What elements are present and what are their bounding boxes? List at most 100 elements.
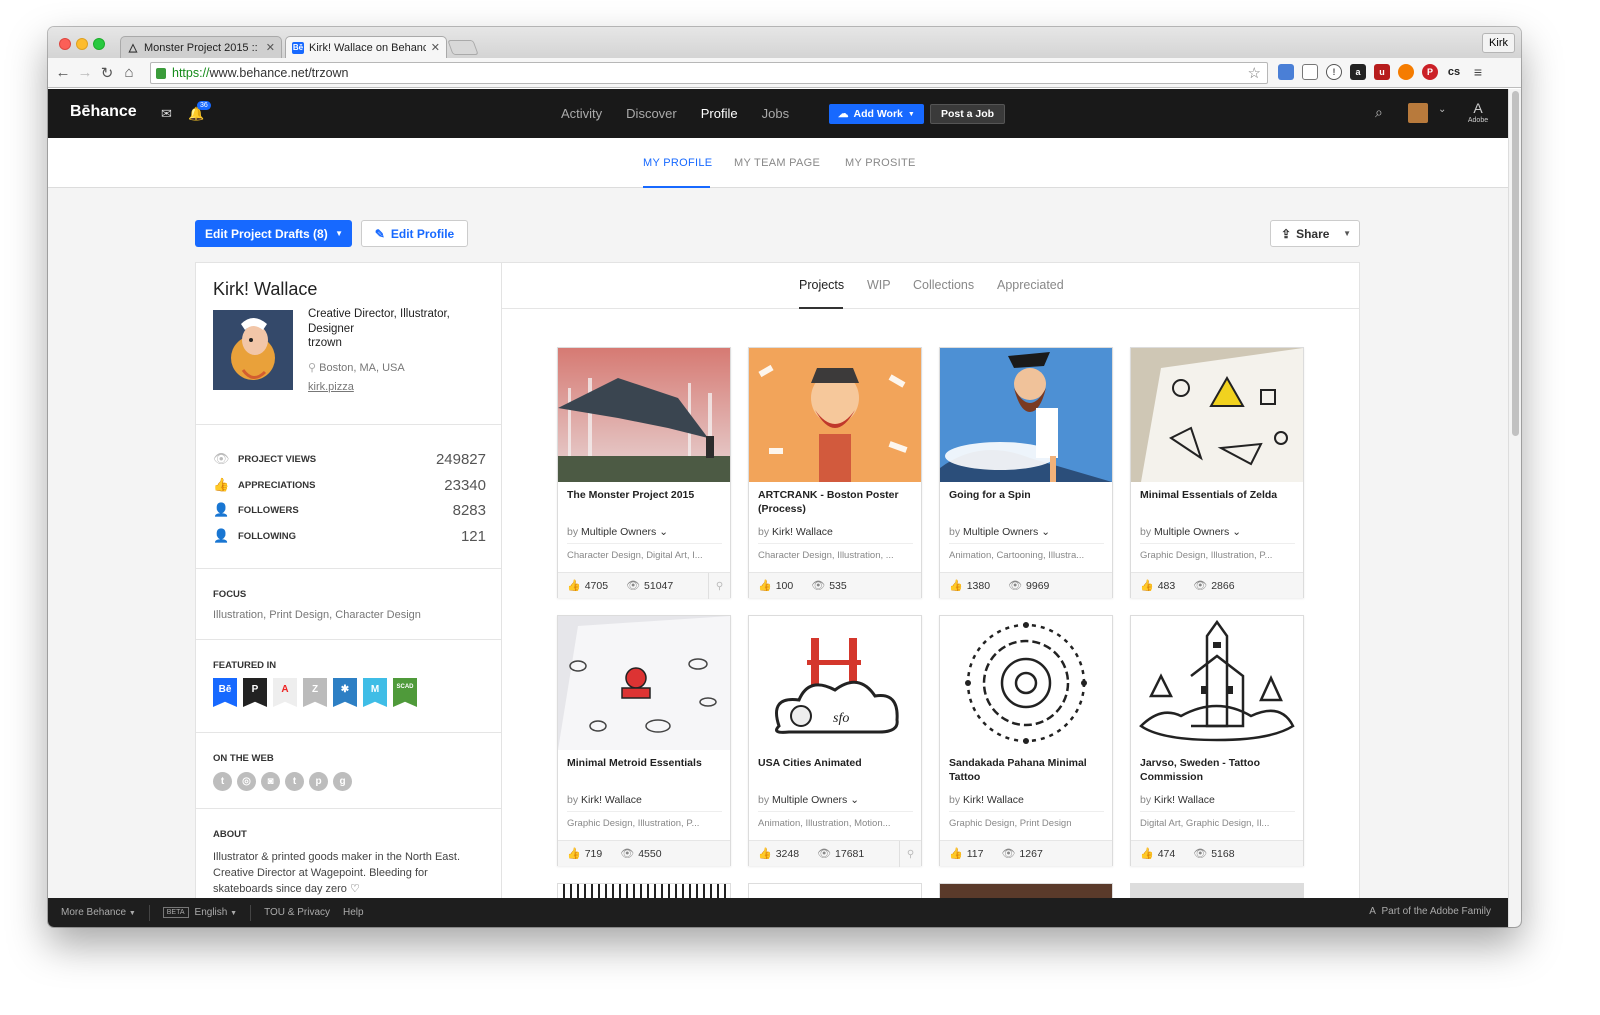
behance-logo[interactable]: Bēhance	[70, 103, 137, 121]
nav-discover[interactable]: Discover	[626, 89, 677, 138]
project-owner[interactable]: by Kirk! Wallace	[949, 794, 1024, 806]
pin-icon[interactable]: ⚲	[899, 841, 921, 867]
project-card[interactable]: The Monster Project 2015 by Multiple Own…	[557, 347, 731, 599]
tab-projects[interactable]: Projects	[799, 278, 844, 292]
scad-ribbon-icon[interactable]: SCAD	[393, 678, 417, 707]
tab-my-team-page[interactable]: MY TEAM PAGE	[734, 157, 820, 169]
project-card[interactable]: sfo USA Cities Animated by Multiple Owne…	[748, 615, 922, 867]
project-cover[interactable]	[749, 348, 921, 482]
tab-my-profile[interactable]: MY PROFILE	[643, 157, 712, 169]
cs-icon[interactable]: cs	[1446, 64, 1462, 80]
project-cover[interactable]	[1131, 616, 1303, 750]
nav-profile[interactable]: Profile	[701, 89, 738, 138]
pin-icon[interactable]: ⚲	[708, 573, 730, 599]
p-ribbon-icon[interactable]: P	[243, 678, 267, 707]
nav-activity[interactable]: Activity	[561, 89, 602, 138]
project-card-peek[interactable]	[1130, 883, 1304, 898]
google-plus-icon[interactable]: g	[333, 772, 352, 791]
minimize-window-button[interactable]	[76, 38, 88, 50]
back-icon[interactable]: ←	[52, 64, 74, 81]
blue-ribbon-icon[interactable]: ✱	[333, 678, 357, 707]
add-work-button[interactable]: ☁ Add Work ▼	[829, 104, 924, 124]
menu-icon[interactable]: ≡	[1470, 64, 1486, 80]
chevron-down-icon[interactable]: ⌄	[1438, 104, 1446, 115]
instagram-icon[interactable]: ◙	[261, 772, 280, 791]
new-tab-button[interactable]	[447, 40, 479, 55]
nav-jobs[interactable]: Jobs	[762, 89, 789, 138]
more-behance-menu[interactable]: More Behance ▼	[61, 907, 136, 918]
project-owner[interactable]: by Multiple Owners ⌄	[758, 794, 859, 806]
bookmark-star-icon[interactable]: ☆	[1248, 64, 1261, 82]
close-window-button[interactable]	[59, 38, 71, 50]
close-tab-icon[interactable]: ✕	[266, 41, 275, 54]
project-card[interactable]: Minimal Metroid Essentials by Kirk! Wall…	[557, 615, 731, 866]
project-card[interactable]: Sandakada Pahana Minimal Tattoo by Kirk!…	[939, 615, 1113, 866]
profile-avatar[interactable]	[213, 310, 293, 390]
tou-link[interactable]: TOU & Privacy	[264, 907, 330, 918]
project-card[interactable]: Jarvso, Sweden - Tattoo Commission by Ki…	[1130, 615, 1304, 866]
project-title[interactable]: ARTCRANK - Boston Poster (Process)	[758, 488, 913, 516]
tab-my-prosite[interactable]: MY PROSITE	[845, 157, 916, 169]
share-button[interactable]: ⇪ Share ▼	[1270, 220, 1360, 247]
project-owner[interactable]: by Kirk! Wallace	[758, 526, 833, 538]
tab-collections[interactable]: Collections	[913, 278, 974, 292]
language-menu[interactable]: English ▼	[195, 907, 238, 918]
dribbble-icon[interactable]: ◎	[237, 772, 256, 791]
pinterest-icon[interactable]: p	[309, 772, 328, 791]
adobe-ribbon-icon[interactable]: A	[273, 678, 297, 707]
address-bar[interactable]: https:// www.behance.net/trzown ☆	[150, 62, 1268, 84]
edit-profile-button[interactable]: ✎ Edit Profile	[361, 220, 468, 247]
info-icon[interactable]: !	[1326, 64, 1342, 80]
project-title[interactable]: USA Cities Animated	[758, 756, 913, 770]
project-card[interactable]: Going for a Spin by Multiple Owners ⌄ An…	[939, 347, 1113, 598]
project-owner[interactable]: by Kirk! Wallace	[567, 794, 642, 806]
behance-ribbon-icon[interactable]: Bē	[213, 678, 237, 707]
stat-following[interactable]: 👤 FOLLOWING 121	[213, 526, 486, 546]
tab-wip[interactable]: WIP	[867, 278, 891, 292]
browser-tab-behance[interactable]: Bē Kirk! Wallace on Behance ✕	[285, 36, 447, 58]
avatar[interactable]	[1408, 103, 1428, 123]
post-job-button[interactable]: Post a Job	[930, 104, 1006, 124]
edit-drafts-button[interactable]: Edit Project Drafts (8) ▼	[195, 220, 352, 247]
fire-icon[interactable]	[1398, 64, 1414, 80]
project-owner[interactable]: by Kirk! Wallace	[1140, 794, 1215, 806]
project-cover[interactable]: sfo	[749, 616, 921, 750]
twitter-icon[interactable]: t	[213, 772, 232, 791]
help-link[interactable]: Help	[343, 907, 364, 918]
project-cover[interactable]	[558, 348, 730, 482]
project-cover[interactable]	[940, 348, 1112, 482]
profile-website-link[interactable]: kirk.pizza	[308, 381, 354, 393]
forward-icon[interactable]: →	[74, 64, 96, 81]
amazon-icon[interactable]: a	[1350, 64, 1366, 80]
profile-button[interactable]: Kirk	[1482, 33, 1515, 53]
reload-icon[interactable]: ↻	[96, 64, 118, 82]
ublock-icon[interactable]: u	[1374, 64, 1390, 80]
project-cover[interactable]	[940, 616, 1112, 750]
tumblr-icon[interactable]: t	[285, 772, 304, 791]
project-owner[interactable]: by Multiple Owners ⌄	[567, 526, 668, 538]
close-tab-icon[interactable]: ✕	[431, 41, 440, 54]
grey-ribbon-icon[interactable]: Z	[303, 678, 327, 707]
project-title[interactable]: Minimal Essentials of Zelda	[1140, 488, 1295, 502]
cast-icon[interactable]	[1302, 64, 1318, 80]
m-ribbon-icon[interactable]: M	[363, 678, 387, 707]
project-card[interactable]: ARTCRANK - Boston Poster (Process) by Ki…	[748, 347, 922, 598]
mail-icon[interactable]: ✉	[161, 106, 172, 122]
browser-tab-monster[interactable]: △ Monster Project 2015 :: Ki ✕	[120, 36, 282, 58]
project-card-peek[interactable]	[557, 883, 731, 898]
zoom-window-button[interactable]	[93, 38, 105, 50]
adobe-logo[interactable]: A Adobe	[1463, 101, 1493, 124]
home-icon[interactable]: ⌂	[118, 64, 140, 81]
stat-followers[interactable]: 👤 FOLLOWERS 8283	[213, 500, 486, 520]
project-cover[interactable]	[558, 616, 730, 750]
pinterest-icon[interactable]: P	[1422, 64, 1438, 80]
project-cover[interactable]	[1131, 348, 1303, 482]
project-title[interactable]: Minimal Metroid Essentials	[567, 756, 722, 770]
project-title[interactable]: Jarvso, Sweden - Tattoo Commission	[1140, 756, 1295, 784]
project-card-peek[interactable]	[748, 883, 922, 898]
project-title[interactable]: Going for a Spin	[949, 488, 1104, 502]
extension-blue-icon[interactable]	[1278, 64, 1294, 80]
adobe-family[interactable]: A Part of the Adobe Family	[1369, 906, 1491, 917]
search-icon[interactable]: ⌕	[1375, 104, 1383, 121]
tab-appreciated[interactable]: Appreciated	[997, 278, 1064, 292]
